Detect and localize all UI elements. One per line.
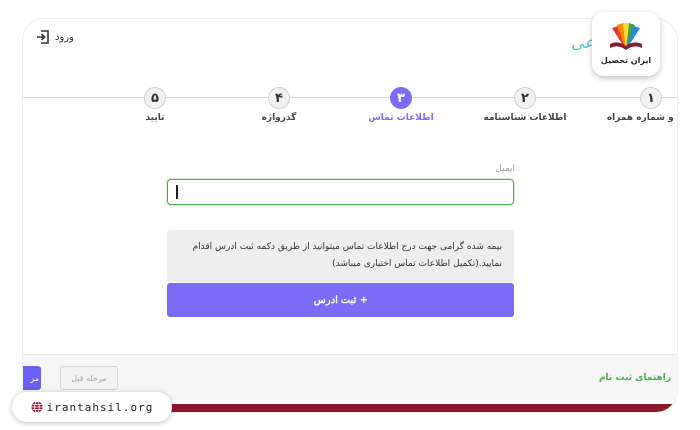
registration-screen: ورود جتماعی ۱ ملی و شماره همراه ۲ اطلاعا… <box>22 18 678 413</box>
step-4-label: گذرواژه <box>261 113 297 123</box>
site-url-badge: irantahsil.org <box>12 392 172 422</box>
registration-guide-link[interactable]: راهنمای ثبت نام <box>599 373 671 383</box>
step-1-number: ۱ <box>640 87 662 109</box>
submit-address-button[interactable]: + ثبت ادرس <box>167 283 514 317</box>
step-1[interactable]: ۱ ملی و شماره همراه <box>591 87 677 123</box>
step-2-number: ۲ <box>514 87 536 109</box>
irantahsil-logo-card: ایران تحصیل <box>592 12 660 76</box>
site-url: irantahsil.org <box>46 400 154 414</box>
step-2[interactable]: ۲ اطلاعات شناسنامه <box>465 87 585 123</box>
step-5-label: تایید <box>145 113 165 123</box>
book-fan-logo-icon <box>610 23 642 50</box>
step-4[interactable]: ۴ گذرواژه <box>219 87 339 123</box>
submit-address-label: ثبت ادرس <box>313 294 357 306</box>
email-label: ایمیل <box>495 164 515 174</box>
text-caret <box>176 185 178 199</box>
step-3-label: اطلاعات تماس <box>368 113 434 123</box>
login-label: ورود <box>55 31 74 43</box>
step-1-label: ملی و شماره همراه <box>606 113 677 123</box>
globe-icon <box>31 401 43 413</box>
step-5-number: ۵ <box>144 87 166 109</box>
step-2-label: اطلاعات شناسنامه <box>483 113 567 123</box>
step-3[interactable]: ۳ اطلاعات تماس <box>341 87 461 123</box>
contact-notice: بیمه شده گرامی جهت درج اطلاعات تماس میتو… <box>167 230 514 282</box>
plus-icon: + <box>360 293 368 307</box>
login-icon <box>37 30 49 44</box>
step-5[interactable]: ۵ تایید <box>95 87 215 123</box>
logo-text: ایران تحصیل <box>600 56 652 65</box>
login-link[interactable]: ورود <box>35 29 74 45</box>
next-step-button[interactable]: مر <box>23 366 41 390</box>
step-3-number: ۳ <box>390 87 412 109</box>
step-4-number: ۴ <box>268 87 290 109</box>
previous-step-button[interactable]: مرحله قبل <box>60 366 118 390</box>
page-frame: ورود جتماعی ۱ ملی و شماره همراه ۲ اطلاعا… <box>0 0 700 430</box>
email-input[interactable] <box>167 179 514 205</box>
